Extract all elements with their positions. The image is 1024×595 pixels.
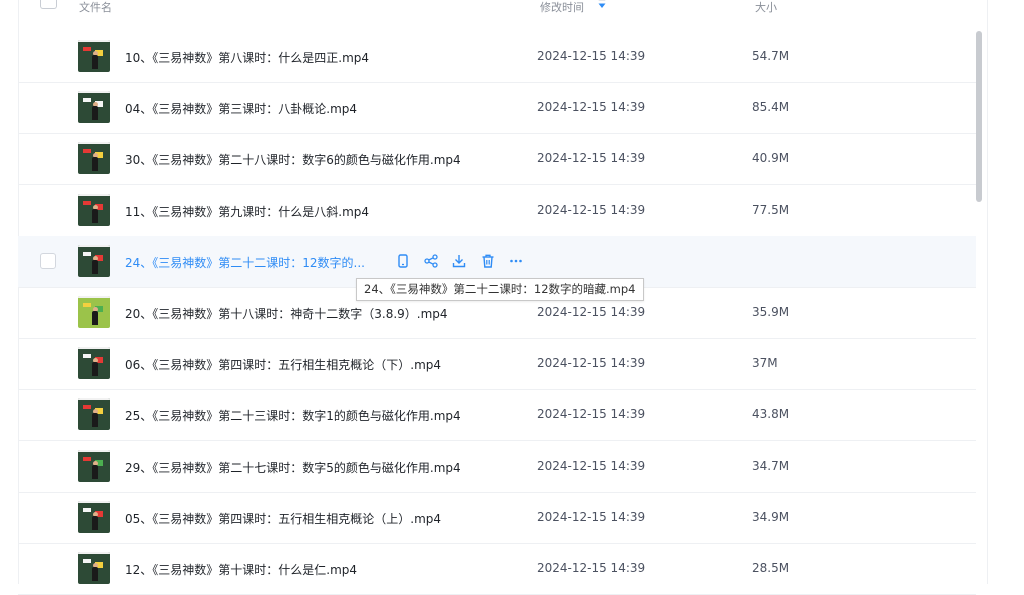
- filename-tooltip: 24、《三易神数》第二十二课时：12数字的暗藏.mp4: [356, 278, 644, 301]
- file-mtime: 2024-12-15 14:39: [537, 510, 646, 524]
- file-size: 34.9M: [752, 510, 790, 524]
- file-row[interactable]: 30、《三易神数》第二十八课时：数字6的颜色与磁化作用.mp4 2024-12-1…: [18, 133, 976, 185]
- select-all-checkbox[interactable]: [40, 0, 57, 9]
- scrollbar-thumb[interactable]: [976, 31, 982, 202]
- file-name[interactable]: 10、《三易神数》第八课时：什么是四正.mp4: [125, 49, 369, 66]
- row-checkbox[interactable]: [40, 253, 56, 269]
- file-name[interactable]: 05、《三易神数》第四课时：五行相生相克概论（上）.mp4: [125, 510, 441, 527]
- more-icon[interactable]: [507, 252, 525, 270]
- file-size: 85.4M: [752, 100, 790, 114]
- file-name[interactable]: 30、《三易神数》第二十八课时：数字6的颜色与磁化作用.mp4: [125, 151, 461, 168]
- file-size: 28.5M: [752, 561, 790, 575]
- file-size: 77.5M: [752, 203, 790, 217]
- file-name[interactable]: 06、《三易神数》第四课时：五行相生相克概论（下）.mp4: [125, 356, 441, 373]
- video-thumbnail[interactable]: [78, 347, 110, 379]
- column-header-size[interactable]: 大小: [755, 0, 777, 15]
- video-thumbnail[interactable]: [78, 194, 110, 226]
- phone-icon[interactable]: [394, 252, 412, 270]
- file-name[interactable]: 04、《三易神数》第三课时：八卦概论.mp4: [125, 100, 357, 117]
- video-thumbnail[interactable]: [78, 501, 110, 533]
- file-size: 43.8M: [752, 407, 790, 421]
- file-mtime: 2024-12-15 14:39: [537, 49, 646, 63]
- file-name[interactable]: 29、《三易神数》第二十七课时：数字5的颜色与磁化作用.mp4: [125, 459, 461, 476]
- file-mtime: 2024-12-15 14:39: [537, 356, 646, 370]
- file-name[interactable]: 24、《三易神数》第二十二课时：12数字的...: [125, 254, 365, 271]
- file-mtime: 2024-12-15 14:39: [537, 305, 646, 319]
- file-size: 35.9M: [752, 305, 790, 319]
- video-thumbnail[interactable]: [78, 142, 110, 174]
- file-mtime: 2024-12-15 14:39: [537, 203, 646, 217]
- download-icon[interactable]: [450, 252, 468, 270]
- file-name[interactable]: 25、《三易神数》第二十三课时：数字1的颜色与磁化作用.mp4: [125, 407, 461, 424]
- file-name[interactable]: 20、《三易神数》第十八课时：神奇十二数字（3.8.9）.mp4: [125, 305, 448, 322]
- file-row[interactable]: 25、《三易神数》第二十三课时：数字1的颜色与磁化作用.mp4 2024-12-1…: [18, 389, 976, 441]
- file-mtime: 2024-12-15 14:39: [537, 459, 646, 473]
- file-name[interactable]: 11、《三易神数》第九课时：什么是八斜.mp4: [125, 203, 369, 220]
- file-row[interactable]: 10、《三易神数》第八课时：什么是四正.mp4 2024-12-15 14:39 5…: [18, 31, 976, 83]
- file-row[interactable]: 29、《三易神数》第二十七课时：数字5的颜色与磁化作用.mp4 2024-12-1…: [18, 441, 976, 493]
- video-thumbnail[interactable]: [78, 398, 110, 430]
- column-header-mtime[interactable]: 修改时间: [540, 0, 584, 15]
- file-row[interactable]: 05、《三易神数》第四课时：五行相生相克概论（上）.mp4 2024-12-15 …: [18, 492, 976, 544]
- video-thumbnail[interactable]: [78, 91, 110, 123]
- file-row[interactable]: 11、《三易神数》第九课时：什么是八斜.mp4 2024-12-15 14:39 7…: [18, 185, 976, 237]
- file-row[interactable]: 06、《三易神数》第四课时：五行相生相克概论（下）.mp4 2024-12-15 …: [18, 338, 976, 390]
- share-icon[interactable]: [422, 252, 440, 270]
- video-thumbnail[interactable]: [78, 245, 110, 277]
- file-size: 54.7M: [752, 49, 790, 63]
- file-name[interactable]: 12、《三易神数》第十课时：什么是仁.mp4: [125, 561, 357, 578]
- video-thumbnail[interactable]: [78, 296, 110, 328]
- column-header-name[interactable]: 文件名: [79, 0, 112, 15]
- file-row[interactable]: 04、《三易神数》第三课时：八卦概论.mp4 2024-12-15 14:39 85…: [18, 82, 976, 134]
- file-size: 34.7M: [752, 459, 790, 473]
- file-mtime: 2024-12-15 14:39: [537, 151, 646, 165]
- sort-icon[interactable]: [597, 0, 607, 9]
- video-thumbnail[interactable]: [78, 450, 110, 482]
- file-list-header: 文件名 修改时间 大小: [0, 0, 1024, 16]
- delete-icon[interactable]: [479, 252, 497, 270]
- video-thumbnail[interactable]: [78, 40, 110, 72]
- file-mtime: 2024-12-15 14:39: [537, 561, 646, 575]
- video-thumbnail[interactable]: [78, 552, 110, 584]
- file-row[interactable]: 12、《三易神数》第十课时：什么是仁.mp4 2024-12-15 14:39 28…: [18, 543, 976, 595]
- file-mtime: 2024-12-15 14:39: [537, 407, 646, 421]
- file-size: 40.9M: [752, 151, 790, 165]
- file-size: 37M: [752, 356, 778, 370]
- file-mtime: 2024-12-15 14:39: [537, 100, 646, 114]
